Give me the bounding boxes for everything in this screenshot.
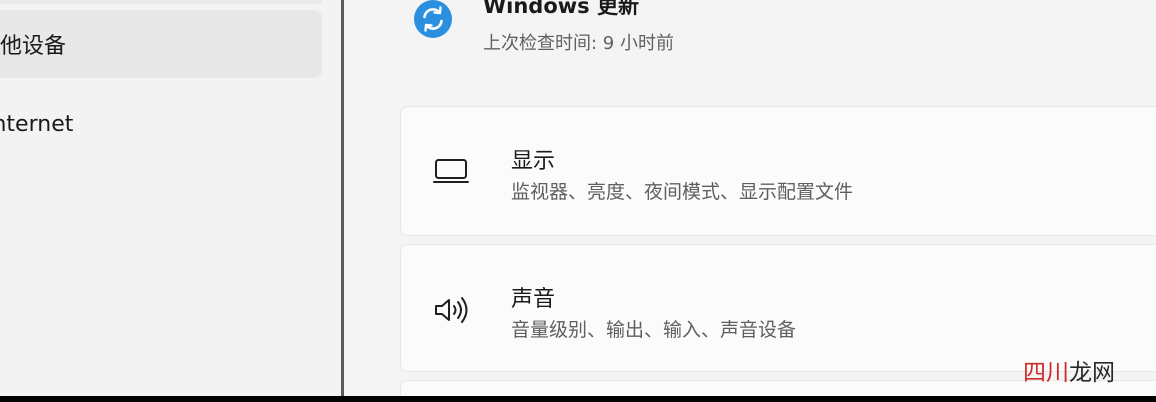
display-card-description: 监视器、亮度、夜间模式、显示配置文件 bbox=[511, 181, 854, 203]
sound-card-title: 声音 bbox=[511, 287, 556, 312]
speaker-icon bbox=[435, 297, 468, 323]
bottom-border bbox=[0, 396, 1156, 402]
sidebar: 其他设备 Internet bbox=[0, 0, 342, 396]
watermark-part-1: 四川 bbox=[1023, 360, 1069, 386]
sidebar-item-label: 其他设备 bbox=[0, 34, 67, 59]
windows-update-last-checked: 上次检查时间: 9 小时前 bbox=[483, 33, 674, 54]
sound-card-description: 音量级别、输出、输入、声音设备 bbox=[511, 319, 797, 341]
watermark-part-2: 龙网 bbox=[1069, 360, 1115, 386]
sync-icon[interactable] bbox=[414, 0, 452, 38]
main-content: Windows 更新 上次检查时间: 9 小时前 显示 监视器、亮度、夜间模式、… bbox=[344, 0, 1156, 402]
windows-update-title[interactable]: Windows 更新 bbox=[483, 0, 639, 20]
sidebar-item-internet[interactable]: Internet bbox=[0, 90, 322, 158]
monitor-icon bbox=[433, 159, 469, 183]
sidebar-item-other-devices[interactable]: 其他设备 bbox=[0, 10, 322, 78]
sidebar-item-label: Internet bbox=[0, 111, 74, 137]
sidebar-top-strip bbox=[0, 0, 322, 4]
display-card-title: 显示 bbox=[511, 149, 556, 174]
watermark: 四川龙网 bbox=[1023, 353, 1115, 387]
display-settings-card[interactable]: 显示 监视器、亮度、夜间模式、显示配置文件 bbox=[400, 106, 1156, 236]
